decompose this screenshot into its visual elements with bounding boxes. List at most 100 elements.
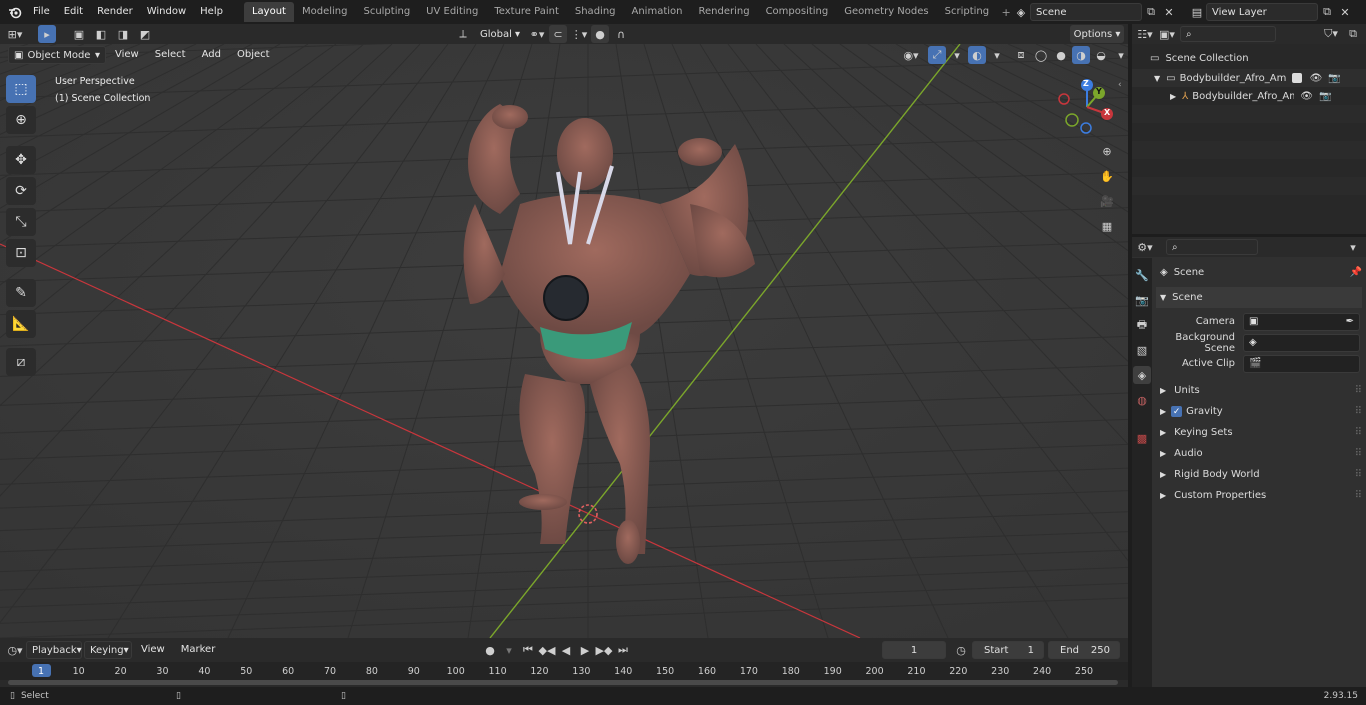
orientation-dropdown[interactable]: Global ▾ (475, 25, 525, 43)
new-view-layer-icon[interactable]: ⧉ (1318, 3, 1336, 21)
transform-tool[interactable]: ⊡ (6, 239, 36, 267)
background-scene-field[interactable]: ◈ (1243, 333, 1360, 352)
output-tab-icon[interactable]: 🖶 (1133, 316, 1151, 334)
viewport-menu-object[interactable]: Object (230, 46, 277, 64)
expand-icon[interactable]: ▶ (1170, 92, 1176, 101)
solid-shading-icon[interactable]: ● (1052, 46, 1070, 64)
view-layer-tab-icon[interactable]: ▧ (1133, 341, 1151, 359)
tab-compositing[interactable]: Compositing (758, 2, 837, 22)
3d-viewport[interactable] (0, 44, 1128, 638)
add-cube-tool[interactable]: ⧄ (6, 348, 36, 376)
outliner-scene-collection[interactable]: ▭ Scene Collection (1132, 48, 1366, 69)
panel-units[interactable]: ▶ Units ⠿ (1156, 380, 1362, 401)
pivot-point-icon[interactable]: ⚭▾ (528, 25, 546, 43)
start-frame-field[interactable]: Start 1 (972, 641, 1044, 659)
proportional-edit-icon[interactable]: ● (591, 25, 609, 43)
jump-end-icon[interactable]: ⏭ (614, 641, 632, 659)
prev-keyframe-icon[interactable]: ◆◀ (538, 641, 556, 659)
new-collection-icon[interactable]: ⧉ (1344, 25, 1362, 43)
render-tab-icon[interactable]: 📷 (1133, 291, 1151, 309)
overlay-dropdown-icon[interactable]: ▾ (988, 46, 1006, 64)
end-frame-field[interactable]: End 250 (1048, 641, 1120, 659)
menu-edit[interactable]: Edit (57, 0, 90, 24)
move-tool[interactable]: ✥ (6, 146, 36, 174)
panel-gravity[interactable]: ▶ ✓ Gravity ⠿ (1156, 401, 1362, 422)
tool-tab-icon[interactable]: 🔧 (1133, 266, 1151, 284)
camera-icon[interactable]: 📷 (1328, 73, 1340, 84)
select-intersect-icon[interactable]: ◩ (136, 25, 154, 43)
overlay-icon[interactable]: ◐ (968, 46, 986, 64)
tab-geometry-nodes[interactable]: Geometry Nodes (836, 2, 936, 22)
scale-tool[interactable]: ⤡ (6, 208, 36, 236)
panel-keying-sets[interactable]: ▶ Keying Sets ⠿ (1156, 422, 1362, 443)
panel-rigid-body-world[interactable]: ▶ Rigid Body World ⠿ (1156, 464, 1362, 485)
object-mode-dropdown[interactable]: ▣ Object Mode ▾ (8, 46, 106, 64)
camera-field[interactable]: ▣ ✒ (1243, 312, 1360, 331)
wireframe-shading-icon[interactable]: ◯ (1032, 46, 1050, 64)
expand-icon[interactable]: ▼ (1154, 74, 1160, 83)
timeline-scrollbar[interactable] (8, 680, 1118, 685)
visibility-icon[interactable]: ◉▾ (902, 46, 920, 64)
new-scene-icon[interactable]: ⧉ (1142, 3, 1160, 21)
measure-tool[interactable]: 📐 (6, 310, 36, 338)
outliner-item-armature[interactable]: ▶ ⅄ Bodybuilder_Afro_Americ 👁 📷 (1132, 87, 1366, 105)
viewport-menu-add[interactable]: Add (195, 46, 228, 64)
keying-dropdown[interactable]: Keying ▾ (84, 641, 132, 659)
active-clip-field[interactable]: 🎬 (1243, 354, 1360, 373)
playback-dropdown[interactable]: Playback ▾ (26, 641, 82, 659)
preview-range-icon[interactable]: ◷ (952, 641, 970, 659)
scene-icon[interactable]: ◈ (1012, 3, 1030, 21)
delete-view-layer-icon[interactable]: ✕ (1336, 3, 1354, 21)
display-mode-icon[interactable]: ▣▾ (1158, 25, 1176, 43)
drag-handle-icon[interactable]: ⠿ (1355, 427, 1362, 438)
sidebar-toggle-icon[interactable]: ‹ (1118, 80, 1122, 90)
pin-icon[interactable]: 📌 (1350, 267, 1362, 278)
shading-dropdown-icon[interactable]: ▾ (1112, 46, 1130, 64)
viewport-menu-select[interactable]: Select (148, 46, 193, 64)
tab-rendering[interactable]: Rendering (690, 2, 757, 22)
panel-audio[interactable]: ▶ Audio ⠿ (1156, 443, 1362, 464)
tab-layout[interactable]: Layout (243, 2, 294, 22)
timeline-editor-icon[interactable]: ◷▾ (6, 641, 24, 659)
gravity-checkbox[interactable]: ✓ (1171, 406, 1183, 417)
snap-icon[interactable]: ⊂ (549, 25, 567, 43)
cursor-tool[interactable]: ⊕ (6, 106, 36, 134)
blender-logo-icon[interactable] (6, 3, 24, 21)
drag-handle-icon[interactable]: ⠿ (1355, 490, 1362, 501)
record-icon[interactable]: ● (481, 641, 499, 659)
tab-shading[interactable]: Shading (567, 2, 624, 22)
pan-hand-icon[interactable]: ✋ (1098, 167, 1116, 185)
play-icon[interactable]: ▶ (576, 641, 594, 659)
tab-animation[interactable]: Animation (624, 2, 691, 22)
drag-handle-icon[interactable]: ⠿ (1355, 385, 1362, 396)
timeline-menu-view[interactable]: View (134, 641, 172, 659)
tab-texture-paint[interactable]: Texture Paint (486, 2, 567, 22)
snap-target-icon[interactable]: ⋮▾ (570, 25, 588, 43)
current-frame-field[interactable]: 1 (882, 641, 946, 659)
drag-handle-icon[interactable]: ⠿ (1355, 448, 1362, 459)
properties-editor-icon[interactable]: ⚙▾ (1136, 238, 1154, 256)
rendered-shading-icon[interactable]: ◒ (1092, 46, 1110, 64)
gizmo-icon[interactable]: ⤢ (928, 46, 946, 64)
properties-options-icon[interactable]: ▾ (1344, 238, 1362, 256)
menu-window[interactable]: Window (140, 0, 193, 24)
falloff-icon[interactable]: ∩ (612, 25, 630, 43)
options-dropdown[interactable]: Options ▾ (1070, 25, 1124, 43)
scene-tab-icon[interactable]: ◈ (1133, 366, 1151, 384)
panel-custom-properties[interactable]: ▶ Custom Properties ⠿ (1156, 485, 1362, 506)
scene-panel-header[interactable]: ▼ Scene (1156, 287, 1362, 308)
outliner-search-input[interactable]: ⌕ (1180, 26, 1276, 42)
world-tab-icon[interactable]: ◍ (1133, 391, 1151, 409)
drag-handle-icon[interactable]: ⠿ (1355, 406, 1362, 417)
view-layer-field[interactable]: View Layer (1206, 3, 1318, 21)
menu-render[interactable]: Render (90, 0, 140, 24)
camera-view-icon[interactable]: 🎥 (1098, 192, 1116, 210)
properties-search-input[interactable]: ⌕ (1166, 239, 1258, 255)
filter-icon[interactable]: ⛉▾ (1322, 25, 1340, 43)
outliner-item-collection[interactable]: ▼ ▭ Bodybuilder_Afro_American_I 👁 📷 (1132, 69, 1366, 87)
select-subtract-icon[interactable]: ◨ (114, 25, 132, 43)
eye-icon[interactable]: 👁 (1300, 91, 1313, 102)
delete-scene-icon[interactable]: ✕ (1160, 3, 1178, 21)
menu-help[interactable]: Help (193, 0, 230, 24)
select-box-tool[interactable]: ⬚ (6, 75, 36, 103)
